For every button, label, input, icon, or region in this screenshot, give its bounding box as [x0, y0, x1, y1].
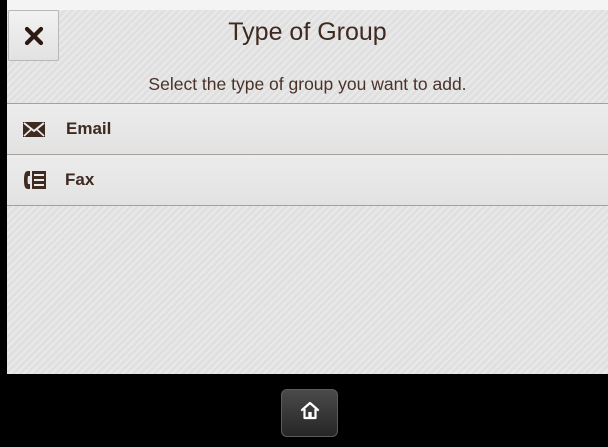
option-fax-label: Fax — [65, 170, 95, 189]
fax-icon — [22, 168, 52, 192]
envelope-icon — [22, 117, 52, 141]
page-subtitle: Select the type of group you want to add… — [148, 74, 467, 94]
home-button[interactable] — [281, 389, 338, 437]
page-title: Type of Group — [228, 18, 387, 46]
bottom-bar — [0, 374, 608, 447]
dialog-screen: Type of Group Select the type of group y… — [7, 0, 608, 374]
home-icon — [300, 401, 320, 425]
option-fax[interactable]: Fax — [7, 155, 608, 206]
top-strip — [7, 0, 608, 10]
option-email[interactable]: Email — [7, 104, 608, 155]
option-email-label: Email — [66, 119, 112, 138]
group-type-list: Email Fax — [7, 103, 608, 206]
